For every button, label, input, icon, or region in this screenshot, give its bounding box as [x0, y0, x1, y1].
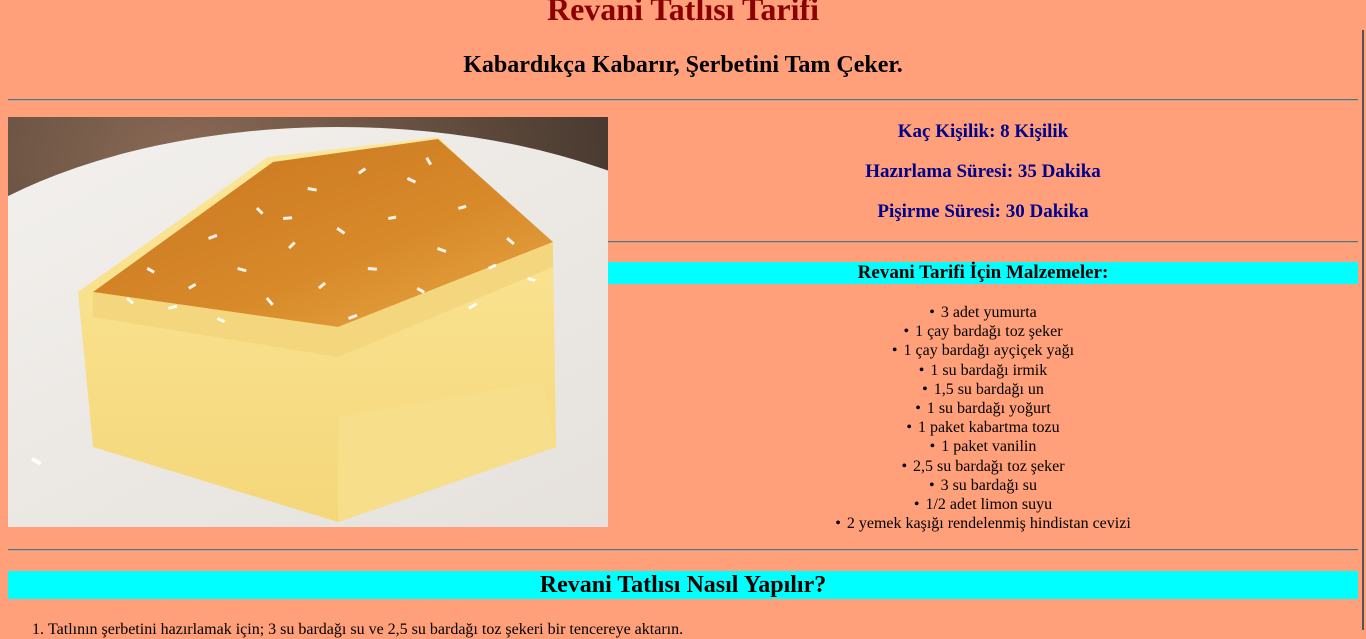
list-item: 1 paket vanilin	[608, 437, 1358, 456]
revani-photo	[8, 117, 608, 527]
list-item: 3 adet yumurta	[608, 303, 1358, 322]
divider	[8, 99, 1358, 101]
list-item: 1 çay bardağı toz şeker	[608, 322, 1358, 341]
list-item: 3 su bardağı su	[608, 476, 1358, 495]
instructions-title: Revani Tatlısı Nasıl Yapılır?	[8, 571, 1358, 599]
divider	[8, 549, 1358, 551]
list-item: 1/2 adet limon suyu	[608, 495, 1358, 514]
page-title: Revani Tatlısı Tarifi	[546, 0, 820, 27]
servings-info: Kaç Kişilik: 8 Kişilik	[897, 121, 1069, 142]
cake-photo-icon	[8, 117, 608, 527]
list-item: 1 çay bardağı ayçiçek yağı	[608, 341, 1358, 360]
ingredients-title: Revani Tarifi İçin Malzemeler:	[608, 262, 1358, 284]
scrollbar-thumb[interactable]	[1362, 30, 1364, 630]
vertical-scrollbar[interactable]	[1358, 0, 1366, 634]
list-item: 1,5 su bardağı un	[608, 380, 1358, 399]
list-item: 1 su bardağı yoğurt	[608, 399, 1358, 418]
list-item: 2 yemek kaşığı rendelenmiş hindistan cev…	[608, 514, 1358, 533]
list-item: 1 paket kabartma tozu	[608, 418, 1358, 437]
list-item: 2,5 su bardağı toz şeker	[608, 457, 1358, 476]
divider	[608, 241, 1358, 243]
cook-time-info: Pişirme Süresi: 30 Dakika	[877, 201, 1089, 222]
instructions-list: Tatlının şerbetini hazırlamak için; 3 su…	[8, 620, 1366, 639]
list-item: 1 su bardağı irmik	[608, 361, 1358, 380]
ingredients-list: 3 adet yumurta 1 çay bardağı toz şeker 1…	[608, 303, 1358, 533]
page-subtitle: Kabardıkça Kabarır, Şerbetini Tam Çeker.	[463, 52, 903, 78]
list-item: Tatlının şerbetini hazırlamak için; 3 su…	[48, 620, 1366, 639]
prep-time-info: Hazırlama Süresi: 35 Dakika	[865, 161, 1101, 182]
